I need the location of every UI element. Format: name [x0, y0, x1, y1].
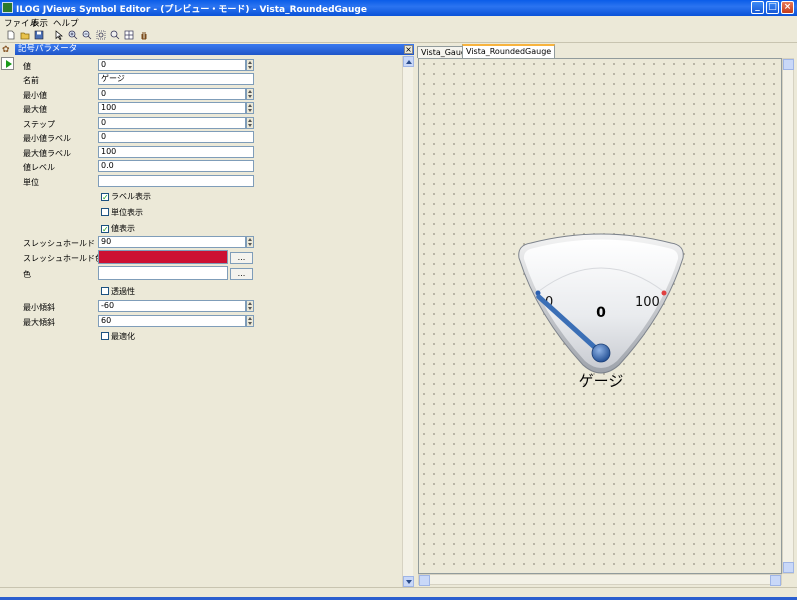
gauge-value-text: 0: [596, 305, 606, 321]
param-max-tilt-label: 最大傾斜: [23, 318, 55, 327]
menu-bar: ファイル 表示 ヘルプ: [0, 16, 797, 29]
minimize-button[interactable]: _: [751, 1, 764, 14]
new-file-icon[interactable]: [6, 30, 16, 40]
param-min-spinner[interactable]: [246, 88, 254, 100]
gauge-hub: [591, 343, 611, 363]
param-max-tilt-spinner[interactable]: [246, 315, 254, 327]
param-min-label: 最小値: [23, 91, 47, 100]
pan-hand-icon[interactable]: [139, 30, 149, 40]
scroll-up-icon[interactable]: [403, 56, 414, 67]
open-folder-icon[interactable]: [20, 30, 30, 40]
right-vertical-scrollbar[interactable]: [782, 58, 794, 574]
play-icon[interactable]: [1, 57, 14, 70]
left-vertical-scrollbar[interactable]: [402, 56, 414, 587]
param-value-level-label: 値レベル: [23, 163, 55, 172]
color-button[interactable]: ...: [230, 268, 253, 280]
param-value-level-input[interactable]: 0.0: [98, 160, 254, 172]
param-unit-label: 単位: [23, 178, 39, 187]
close-button[interactable]: ×: [781, 1, 794, 14]
param-min-label-label: 最小値ラベル: [23, 134, 71, 143]
show-value-text: 値表示: [111, 224, 135, 233]
param-max-spinner[interactable]: [246, 102, 254, 114]
param-max-label: 最大値: [23, 105, 47, 114]
right-horizontal-scrollbar[interactable]: [418, 574, 782, 586]
param-min-tilt-spinner[interactable]: [246, 300, 254, 312]
grid-icon[interactable]: [124, 30, 134, 40]
transparency-text: 透過性: [111, 287, 135, 296]
panel-close-button[interactable]: ×: [404, 45, 413, 54]
param-min-input[interactable]: 0: [98, 88, 246, 100]
checkmark-icon: ✓: [101, 225, 109, 234]
window-title: ILOG JViews Symbol Editor - (プレビュー・モード) …: [16, 5, 367, 15]
param-step-spinner[interactable]: [246, 117, 254, 129]
param-min-tilt-label: 最小傾斜: [23, 303, 55, 312]
toolbar: [0, 28, 797, 43]
gauge-name-text: ゲージ: [579, 372, 624, 390]
param-threshold-color-label: スレッシュホールド色: [23, 254, 103, 263]
param-max-input[interactable]: 100: [98, 102, 246, 114]
show-labels-text: ラベル表示: [111, 192, 151, 201]
transparency-checkbox[interactable]: 透過性: [101, 286, 135, 297]
max-marker-dot: [661, 290, 667, 296]
param-name-input[interactable]: ゲージ: [98, 73, 254, 85]
param-step-input[interactable]: 0: [98, 117, 246, 129]
parameter-sheet: 値 0 名前 ゲージ 最小値 0 最大値 100 ステップ 0 最小値ラベル 0…: [15, 56, 402, 585]
zoom-fit-icon[interactable]: [110, 30, 120, 40]
panel-title-bar: 記号パラメータ ×: [15, 44, 414, 55]
scroll-up-icon[interactable]: [783, 59, 794, 70]
threshold-color-swatch[interactable]: [98, 250, 228, 264]
preview-panel: Vista_Gauge Vista_RoundedGauge 0 100 0 ゲ…: [415, 44, 797, 587]
title-bar: ILOG JViews Symbol Editor - (プレビュー・モード) …: [0, 0, 797, 16]
show-unit-text: 単位表示: [111, 208, 143, 217]
select-arrow-icon[interactable]: [54, 30, 64, 40]
panel-title: 記号パラメータ: [18, 44, 78, 54]
param-unit-input[interactable]: [98, 175, 254, 187]
optimize-checkbox[interactable]: 最適化: [101, 331, 135, 342]
show-labels-checkbox[interactable]: ✓ ラベル表示: [101, 191, 151, 202]
optimize-text: 最適化: [111, 332, 135, 341]
preview-canvas[interactable]: 0 100 0 ゲージ: [418, 58, 782, 574]
tab-vista-rounded-gauge[interactable]: Vista_RoundedGauge: [462, 44, 556, 58]
checkmark-icon: ✓: [101, 193, 109, 202]
param-color-label: 色: [23, 270, 31, 279]
param-max-label-label: 最大値ラベル: [23, 149, 71, 158]
scroll-down-icon[interactable]: [403, 576, 414, 587]
status-bar: [0, 587, 797, 600]
threshold-color-button[interactable]: ...: [230, 252, 253, 264]
zoom-out-icon[interactable]: [82, 30, 92, 40]
color-swatch[interactable]: [98, 266, 228, 280]
show-value-checkbox[interactable]: ✓ 値表示: [101, 223, 135, 234]
param-max-tilt-input[interactable]: 60: [98, 315, 246, 327]
param-min-tilt-input[interactable]: -60: [98, 300, 246, 312]
param-threshold-label: スレッシュホールド: [23, 239, 95, 248]
bean-icon: ✿: [2, 45, 10, 55]
scroll-right-icon[interactable]: [770, 575, 781, 586]
param-value-label: 値: [23, 62, 31, 71]
param-value-spinner[interactable]: [246, 59, 254, 71]
param-threshold-input[interactable]: 90: [98, 236, 246, 248]
zoom-in-icon[interactable]: [68, 30, 78, 40]
scroll-down-icon[interactable]: [783, 562, 794, 573]
param-max-label-input[interactable]: 100: [98, 146, 254, 158]
symbol-parameters-panel: ✿ 記号パラメータ × 値 0 名前 ゲージ 最小値 0 最大値 100 ステッ…: [0, 44, 414, 587]
param-min-label-input[interactable]: 0: [98, 131, 254, 143]
show-unit-checkbox[interactable]: 単位表示: [101, 207, 143, 218]
param-value-input[interactable]: 0: [98, 59, 246, 71]
scroll-left-icon[interactable]: [419, 575, 430, 586]
param-name-label: 名前: [23, 76, 39, 85]
app-icon: [2, 2, 13, 13]
gauge-symbol: 0 100 0 ゲージ: [518, 233, 684, 390]
param-step-label: ステップ: [23, 120, 55, 129]
save-icon[interactable]: [34, 30, 44, 40]
zoom-rect-icon[interactable]: [96, 30, 106, 40]
gauge-max-label: 100: [635, 295, 660, 310]
param-threshold-spinner[interactable]: [246, 236, 254, 248]
maximize-button[interactable]: □: [766, 1, 779, 14]
